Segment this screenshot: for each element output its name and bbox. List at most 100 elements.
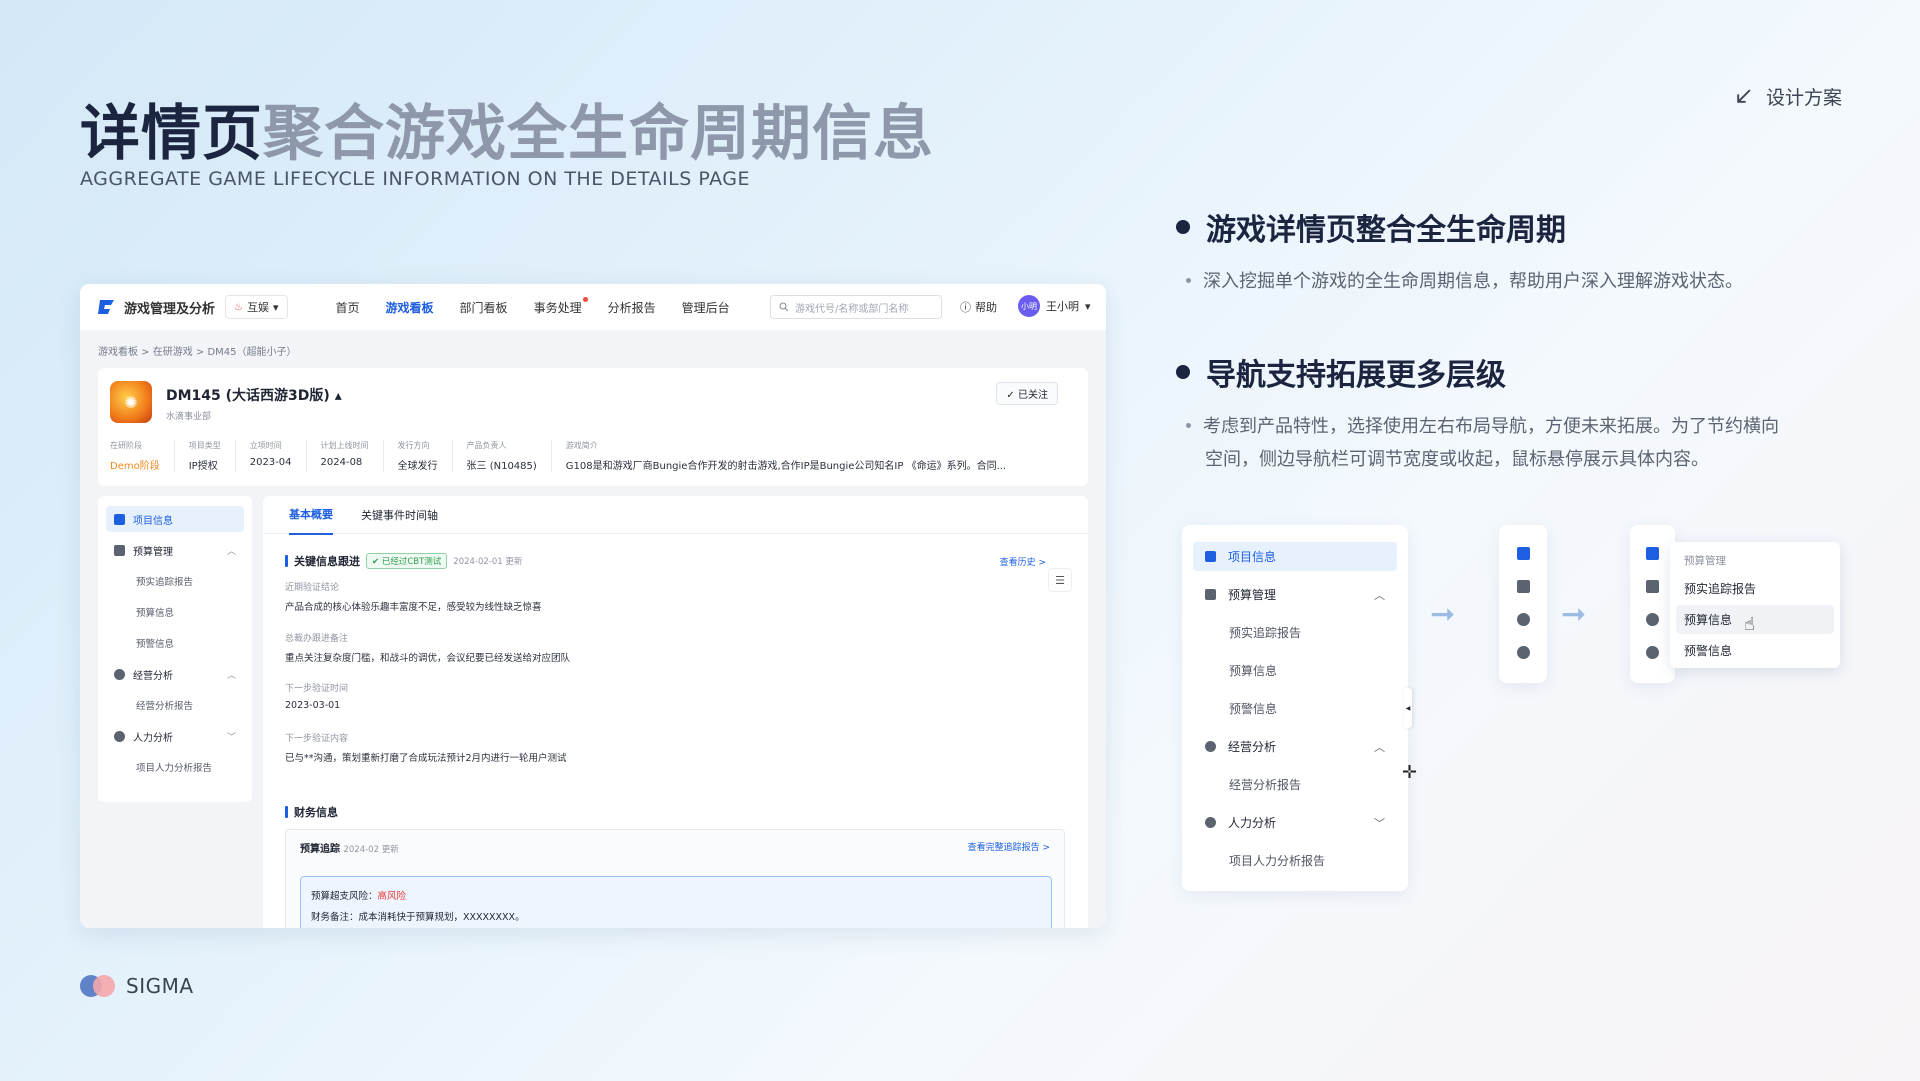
collapse-handle[interactable]: ◀: [1404, 688, 1412, 728]
project-info-icon[interactable]: [1516, 547, 1530, 560]
arrow-right-icon: ➞: [1430, 597, 1456, 632]
sidebar-item-label: 项目人力分析报告: [136, 763, 213, 774]
chevron-up-icon[interactable]: ︿: [1374, 739, 1385, 755]
sidebar-item[interactable]: 人力分析 ﹀: [106, 723, 244, 749]
sidebar-item[interactable]: 经营分析 ︿: [106, 661, 244, 687]
tab[interactable]: 关键事件时间轴: [361, 496, 438, 534]
point-2-line-2: 空间，侧边导航栏可调节宽度或收起，鼠标悬停展示具体内容。: [1205, 449, 1709, 470]
caret-up-icon[interactable]: ▴: [335, 388, 342, 404]
sidebar-item[interactable]: 经营分析报告: [106, 692, 244, 718]
game-field: 产品负责人 张三 (N10485): [467, 440, 552, 472]
page-subtitle: AGGREGATE GAME LIFECYCLE INFORMATION ON …: [80, 168, 750, 190]
user-icon[interactable]: [1516, 646, 1530, 659]
sidebar-item[interactable]: 预算管理 ︿: [1193, 580, 1397, 609]
chart-pie-icon[interactable]: [1516, 613, 1530, 626]
sidebar-item[interactable]: 项目人力分析报告: [1193, 846, 1397, 875]
popover-item[interactable]: 预警信息: [1676, 636, 1834, 665]
field-label: 立项时间: [249, 441, 282, 450]
menu-item[interactable]: 首页: [336, 299, 360, 316]
sidebar-item[interactable]: 预算管理 ︿: [106, 537, 244, 563]
project-info-icon[interactable]: [1646, 547, 1659, 560]
field-value: 2024-08: [320, 457, 363, 468]
search-icon: [779, 302, 789, 312]
budget-heading: 预算追踪 2024-02 更新: [300, 840, 399, 855]
game-field: 立项时间 2023-04: [250, 440, 307, 472]
sidebar-item-label: 经营分析报告: [136, 701, 194, 712]
status-badge: ✔ 已经过CBT测试: [366, 553, 448, 569]
nav-popover: 预算管理预实追踪报告 预算信息 预警信息: [1670, 542, 1840, 668]
app-logo[interactable]: 游戏管理及分析: [98, 298, 215, 317]
tab[interactable]: 基本概要: [289, 495, 333, 535]
help-label: 帮助: [975, 301, 997, 314]
sidebar-item[interactable]: 项目信息: [1193, 542, 1397, 571]
help-link[interactable]: ⓘ 帮助: [960, 299, 997, 315]
user-menu[interactable]: 小明 王小明 ▾: [1018, 295, 1091, 317]
follow-button[interactable]: ✓ 已关注: [996, 382, 1058, 405]
sidebar-item[interactable]: 预实追踪报告: [1193, 618, 1397, 647]
budget-icon[interactable]: [1646, 580, 1659, 593]
search-input[interactable]: 游戏代号/名称或部门名称: [770, 295, 942, 319]
sidebar-item[interactable]: 预算信息: [1193, 656, 1397, 685]
point-1-text: 深入挖掘单个游戏的全生命周期信息，帮助用户深入理解游戏状态。: [1203, 271, 1743, 292]
sidebar-item[interactable]: 经营分析 ︿: [1193, 732, 1397, 761]
list-icon[interactable]: ☰: [1048, 568, 1072, 592]
full-report-link[interactable]: 查看完整追踪报告 >: [968, 840, 1050, 853]
notification-dot: [582, 296, 588, 302]
menu-item[interactable]: 游戏看板: [386, 299, 434, 316]
menu-item[interactable]: 分析报告: [608, 299, 656, 316]
flame-icon: ♨: [234, 301, 243, 313]
sidebar-item[interactable]: 项目信息: [106, 506, 244, 532]
finance-heading: 财务信息: [285, 804, 338, 820]
popover-item[interactable]: 预算信息: [1676, 605, 1834, 634]
org-switch-label: 互娱: [246, 301, 269, 314]
info-key: 下一步验证内容: [285, 734, 349, 744]
field-label: 项目类型: [188, 441, 221, 450]
breadcrumb: 游戏看板 > 在研游戏 > DM45（超能小子）: [98, 347, 297, 358]
nav-demo-collapsed: [1499, 525, 1547, 683]
check-icon: ✓: [1006, 390, 1015, 401]
sidebar-item[interactable]: 经营分析报告: [1193, 770, 1397, 799]
sidebar-item-label: 项目人力分析报告: [1229, 854, 1326, 868]
sidebar-item-label: 预警信息: [136, 639, 175, 650]
sigma-logo-icon: [80, 975, 116, 997]
app-logo-icon: [98, 300, 114, 314]
nav-demo-hover: [1630, 525, 1675, 683]
content-tabs: 基本概要 关键事件时间轴: [263, 495, 1088, 535]
chevron-down-icon[interactable]: ﹀: [1374, 815, 1385, 831]
view-history-link[interactable]: 查看历史 >: [1000, 555, 1046, 568]
menu-item[interactable]: 管理后台: [682, 299, 730, 316]
point-1-title: 游戏详情页整合全生命周期: [1176, 205, 1566, 249]
arrow-right-icon: ➞: [1561, 597, 1587, 632]
sidebar-item[interactable]: 项目人力分析报告: [106, 754, 244, 780]
sidebar-item[interactable]: 预警信息: [1193, 694, 1397, 723]
chevron-up-icon[interactable]: ︿: [1374, 587, 1385, 603]
risk-box: 预算超支风险：高风险 财务备注：成本消耗快于预算规划，XXXXXXXX。: [300, 876, 1052, 928]
menu-item[interactable]: 事务处理: [534, 296, 588, 316]
sidebar-item-label: 经营分析: [1228, 740, 1277, 754]
budget-icon[interactable]: [1516, 580, 1530, 593]
field-label: 在研阶段: [110, 441, 142, 450]
info-key: 下一步验证时间: [285, 684, 349, 694]
avatar: 小明: [1018, 295, 1040, 317]
user-icon: [114, 730, 125, 742]
menu-item[interactable]: 部门看板: [460, 299, 508, 316]
user-icon[interactable]: [1646, 646, 1659, 659]
sidebar-item[interactable]: 预警信息: [106, 630, 244, 656]
design-plan-link[interactable]: 设计方案: [1735, 83, 1842, 110]
sidebar-item[interactable]: 人力分析 ﹀: [1193, 808, 1397, 837]
popover-item[interactable]: 预实追踪报告: [1676, 574, 1834, 603]
game-logo-icon: ✺: [110, 381, 152, 423]
sidebar-item[interactable]: 预实追踪报告: [106, 568, 244, 594]
chevron-down-icon[interactable]: ﹀: [227, 730, 236, 743]
chevron-up-icon[interactable]: ︿: [227, 668, 236, 681]
brand-name: SIGMA: [126, 974, 194, 998]
org-switch[interactable]: ♨ 互娱 ▾: [225, 295, 288, 319]
popover-header: 预算管理: [1684, 555, 1726, 567]
chart-pie-icon[interactable]: [1646, 613, 1659, 626]
point-2-body: 考虑到产品特性，选择使用左右布局导航，方便未来拓展。为了节约横向 空间，侧边导航…: [1186, 410, 1846, 476]
caret-down-icon: ▾: [1085, 299, 1091, 313]
game-field: 在研阶段 Demo阶段: [110, 440, 175, 472]
sidebar-item[interactable]: 预算信息: [106, 599, 244, 625]
sidebar-item-label: 人力分析: [133, 732, 173, 744]
chevron-up-icon[interactable]: ︿: [227, 544, 236, 557]
